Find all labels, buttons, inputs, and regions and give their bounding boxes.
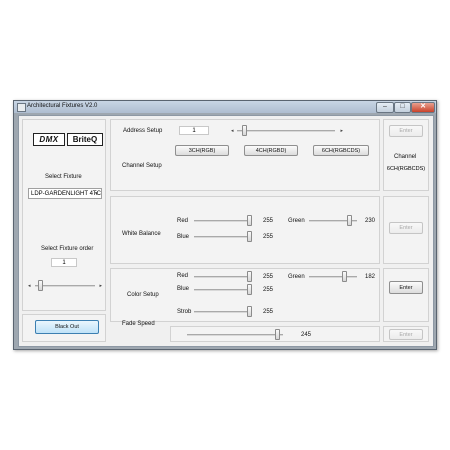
address-channel-panel: Address Setup 1 ◂ ▸ Channel Setup 3CH(RG…: [110, 119, 380, 191]
address-slider-thumb[interactable]: [241, 125, 247, 136]
color-right-panel: Enter: [383, 268, 429, 322]
address-slider-track: [237, 130, 335, 132]
close-button[interactable]: ✕: [411, 102, 435, 113]
blackout-button[interactable]: Black Out: [35, 320, 99, 334]
wb-blue-slider[interactable]: [194, 231, 254, 242]
address-value: 1: [179, 126, 209, 135]
channel-6ch-button[interactable]: 6CH(RGBCDS): [313, 145, 369, 156]
color-blue-track: [194, 289, 252, 291]
color-green-track: [309, 276, 357, 278]
window-title: Architectural Fixtures V2.0: [27, 103, 98, 109]
select-fixture-label: Select Fixture: [45, 174, 82, 180]
address-right-panel: Enter Channel 6CH(RGBCDS): [383, 119, 429, 191]
color-blue-thumb[interactable]: [247, 284, 252, 295]
white-balance-panel: White Balance Red 255 Green 230 Blue 255: [110, 196, 380, 264]
fade-panel: 245: [170, 326, 380, 342]
select-order-label: Select Fixture order: [41, 246, 94, 252]
color-strob-value: 255: [263, 309, 274, 315]
wb-blue-label: Blue: [177, 234, 190, 240]
color-strob-label: Strob: [177, 309, 192, 315]
slider-left-arrow-icon[interactable]: ◂: [231, 128, 234, 134]
order-slider-thumb[interactable]: [37, 280, 43, 291]
wb-blue-value: 255: [263, 234, 274, 240]
wb-green-value: 230: [365, 218, 376, 224]
color-enter-button[interactable]: Enter: [389, 281, 423, 294]
fixture-select[interactable]: LDP-GARDENLIGHT 4TC ▼: [28, 188, 102, 199]
color-red-track: [194, 276, 252, 278]
wb-blue-track: [194, 236, 252, 238]
title-bar[interactable]: Architectural Fixtures V2.0 – □ ✕: [14, 101, 436, 113]
wb-green-label: Green: [288, 218, 305, 224]
app-icon: [17, 103, 26, 112]
blackout-panel: Black Out: [22, 314, 106, 342]
slider-left-arrow-icon[interactable]: ◂: [28, 283, 31, 289]
channel-current-value: 6CH(RGBCDS): [386, 166, 426, 172]
address-slider[interactable]: ◂ ▸: [231, 125, 343, 137]
color-red-value: 255: [263, 274, 274, 280]
channel-3ch-button[interactable]: 3CH(RGB): [175, 145, 229, 156]
color-red-label: Red: [177, 273, 189, 279]
wb-blue-thumb[interactable]: [247, 231, 252, 242]
color-green-value: 182: [365, 274, 376, 280]
color-red-thumb[interactable]: [247, 271, 252, 282]
color-green-label: Green: [288, 274, 305, 280]
window-client: DMX BriteQ Select Fixture LDP-GARDENLIGH…: [18, 115, 434, 347]
wb-red-label: Red: [177, 218, 189, 224]
wb-right-panel: Enter: [383, 196, 429, 264]
fade-speed-value: 245: [301, 332, 312, 338]
minimize-button[interactable]: –: [376, 102, 394, 113]
fade-speed-thumb[interactable]: [275, 329, 280, 340]
maximize-button[interactable]: □: [394, 102, 411, 113]
color-blue-label: Blue: [177, 286, 190, 292]
fixture-select-value: LDP-GARDENLIGHT 4TC: [31, 191, 101, 197]
slider-right-arrow-icon[interactable]: ▸: [99, 283, 102, 289]
white-balance-label: White Balance: [122, 231, 161, 237]
wb-green-thumb[interactable]: [347, 215, 352, 226]
color-blue-slider[interactable]: [194, 284, 254, 295]
address-enter-button[interactable]: Enter: [389, 125, 423, 137]
color-red-slider[interactable]: [194, 271, 254, 282]
wb-green-slider[interactable]: [309, 215, 359, 226]
order-value: 1: [51, 258, 77, 267]
dmx-logo: DMX: [33, 133, 65, 146]
color-blue-value: 255: [263, 287, 274, 293]
chevron-down-icon: ▼: [94, 191, 99, 197]
channel-4ch-button[interactable]: 4CH(RGBD): [244, 145, 298, 156]
wb-red-slider[interactable]: [194, 215, 254, 226]
fade-speed-label: Fade Speed: [122, 321, 155, 327]
color-setup-panel: Color Setup Red 255 Green 182 Blue 255 S…: [110, 268, 380, 322]
color-strob-thumb[interactable]: [247, 306, 252, 317]
app-window: Architectural Fixtures V2.0 – □ ✕ DMX Br…: [13, 100, 437, 350]
channel-current-label: Channel: [394, 154, 417, 160]
fade-right-panel: Enter: [383, 326, 429, 342]
channel-setup-label: Channel Setup: [122, 163, 162, 169]
color-green-thumb[interactable]: [342, 271, 347, 282]
color-strob-track: [194, 311, 252, 313]
fade-enter-button[interactable]: Enter: [389, 329, 423, 340]
slider-right-arrow-icon[interactable]: ▸: [340, 128, 343, 134]
wb-red-track: [194, 220, 252, 222]
briteq-logo: BriteQ: [67, 133, 103, 146]
left-panel: DMX BriteQ Select Fixture LDP-GARDENLIGH…: [22, 119, 106, 311]
wb-red-thumb[interactable]: [247, 215, 252, 226]
address-setup-label: Address Setup: [123, 128, 163, 134]
order-slider[interactable]: ◂ ▸: [28, 280, 102, 292]
wb-red-value: 255: [263, 218, 274, 224]
color-setup-label: Color Setup: [127, 292, 159, 298]
color-strob-slider[interactable]: [194, 306, 254, 317]
fade-speed-slider[interactable]: [187, 329, 287, 340]
color-green-slider[interactable]: [309, 271, 359, 282]
wb-enter-button[interactable]: Enter: [389, 222, 423, 234]
order-slider-track: [35, 285, 95, 287]
fade-speed-track: [187, 334, 283, 336]
